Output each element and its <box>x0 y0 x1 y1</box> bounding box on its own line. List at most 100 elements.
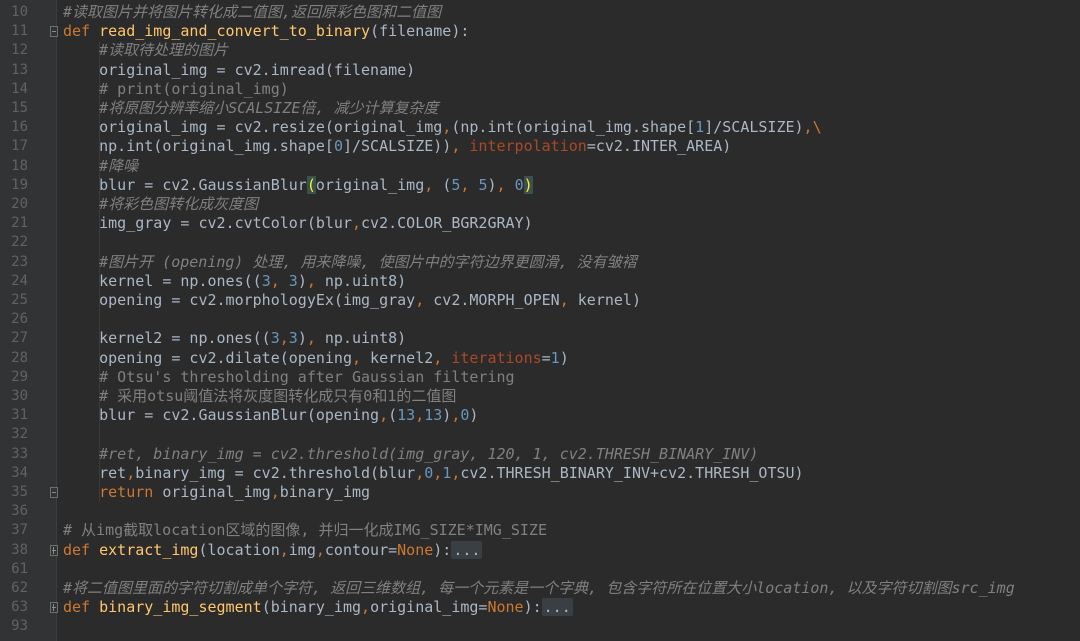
code-text[interactable]: img_gray = cv2.cvtColor(blur,cv2.COLOR_B… <box>63 214 533 233</box>
code-text[interactable]: blur = cv2.GaussianBlur(original_img, (5… <box>63 175 533 195</box>
code-text[interactable]: def extract_img(location,img,contour=Non… <box>63 540 483 560</box>
code-line[interactable]: 25 opening = cv2.morphologyEx(img_gray, … <box>0 291 1080 310</box>
code-line[interactable]: 31 blur = cv2.GaussianBlur(opening,(13,1… <box>0 406 1080 425</box>
code-text[interactable]: #将彩色图转化成灰度图 <box>63 195 258 214</box>
code-line[interactable]: 18 #降噪 <box>0 157 1080 176</box>
code-line[interactable]: 63 def binary_img_segment(binary_img,orig… <box>0 598 1080 617</box>
code-token: , <box>415 463 425 482</box>
code-text[interactable]: kernel2 = np.ones((3,3), np.uint8) <box>63 329 406 348</box>
code-line[interactable]: 13 original_img = cv2.imread(filename) <box>0 61 1080 80</box>
code-line[interactable]: 35 return original_img,binary_img <box>0 483 1080 502</box>
fold-collapse-icon[interactable] <box>50 26 58 38</box>
code-token: , <box>351 214 362 233</box>
code-text[interactable]: opening = cv2.dilate(opening, kernel2, i… <box>63 349 569 368</box>
code-text[interactable]: np.int(original_img.shape[0]/SCALSIZE)),… <box>63 137 731 156</box>
code-text[interactable]: ret,binary_img = cv2.threshold(blur,0,1,… <box>63 463 803 483</box>
code-text[interactable]: # Otsu's thresholding after Gaussian fil… <box>63 368 514 387</box>
fold-expand-icon[interactable] <box>50 602 58 614</box>
code-token: original_img <box>315 175 425 194</box>
code-token: kernel = np.ones(( <box>63 271 262 290</box>
code-line[interactable]: 36 <box>0 502 1080 521</box>
fold-expand-icon[interactable] <box>50 544 58 556</box>
code-line[interactable]: 33 #ret, binary_img = cv2.threshold(img_… <box>0 445 1080 464</box>
code-token: #读取待处理的图片 <box>99 41 229 60</box>
code-line[interactable]: 27 kernel2 = np.ones((3,3), np.uint8) <box>0 329 1080 348</box>
code-line[interactable]: 19 blur = cv2.GaussianBlur(original_img,… <box>0 175 1080 195</box>
code-line[interactable]: 61 <box>0 560 1080 579</box>
code-token: 0 <box>333 137 343 156</box>
code-text[interactable]: kernel = np.ones((3, 3), np.uint8) <box>63 272 406 291</box>
line-number: 28 <box>11 349 28 366</box>
code-line[interactable]: 22 <box>0 233 1080 252</box>
code-text[interactable]: #读取待处理的图片 <box>63 41 228 60</box>
code-line[interactable]: 11 def read_img_and_convert_to_binary(fil… <box>0 22 1080 41</box>
line-number: 25 <box>11 292 28 308</box>
code-token: original_img = cv2.resize(original_img <box>63 118 443 137</box>
code-token: contour= <box>324 540 398 559</box>
code-text[interactable]: original_img = cv2.imread(filename) <box>63 61 415 80</box>
code-line[interactable]: 21 img_gray = cv2.cvtColor(blur,cv2.COLO… <box>0 214 1080 233</box>
code-token: ) <box>297 329 307 348</box>
line-number: 19 <box>11 176 28 193</box>
code-line[interactable]: 23 #图片开 (opening) 处理, 用来降噪, 使图片中的字符边界更圆滑… <box>0 253 1080 272</box>
code-line[interactable]: 34 ret,binary_img = cv2.threshold(blur,0… <box>0 464 1080 483</box>
code-token: ) <box>442 406 452 425</box>
code-text[interactable]: blur = cv2.GaussianBlur(opening,(13,13),… <box>63 406 478 425</box>
code-text[interactable]: # print(original_img) <box>63 80 289 99</box>
code-text[interactable]: #读取图片并将图片转化成二值图,返回原彩色图和二值图 <box>63 3 441 22</box>
code-text[interactable]: opening = cv2.morphologyEx(img_gray, cv2… <box>63 291 641 310</box>
code-token: return <box>99 483 163 501</box>
code-token: , <box>496 175 515 194</box>
code-token: (filename): <box>370 22 470 41</box>
code-token: (np.int(original_img.shape[ <box>451 118 696 137</box>
code-line[interactable]: 93 <box>0 617 1080 636</box>
code-token: 13 <box>397 406 416 425</box>
code-text[interactable]: def binary_img_segment(binary_img,origin… <box>63 598 573 617</box>
code-line[interactable]: 32 <box>0 425 1080 444</box>
code-text[interactable]: #降噪 <box>63 157 138 176</box>
code-editor[interactable]: 10 #读取图片并将图片转化成二值图,返回原彩色图和二值图 11 def read_i… <box>0 0 1080 641</box>
line-number: 18 <box>11 157 28 174</box>
code-token: ... <box>451 540 483 559</box>
code-line[interactable]: 30 # 采用otsu阈值法将灰度图转化成只有0和1的二值图 <box>0 387 1080 406</box>
code-text[interactable]: # 采用otsu阈值法将灰度图转化成只有0和1的二值图 <box>63 387 456 406</box>
code-text[interactable]: #将二值图里面的字符切割成单个字符, 返回三维数组, 每一个元素是一个字典, 包… <box>63 579 1015 598</box>
code-line[interactable]: 20 #将彩色图转化成灰度图 <box>0 195 1080 214</box>
code-line[interactable]: 10 #读取图片并将图片转化成二值图,返回原彩色图和二值图 <box>0 3 1080 22</box>
code-line[interactable]: 15 #将原图分辨率缩小SCALSIZE倍, 减少计算复杂度 <box>0 99 1080 118</box>
code-line[interactable]: 12 #读取待处理的图片 <box>0 41 1080 60</box>
code-text[interactable]: #图片开 (opening) 处理, 用来降噪, 使图片中的字符边界更圆滑, 没… <box>63 253 637 272</box>
code-token: , <box>415 406 425 425</box>
code-token: , <box>451 137 470 156</box>
code-text[interactable]: def read_img_and_convert_to_binary(filen… <box>63 22 469 41</box>
code-line[interactable]: 29 # Otsu's thresholding after Gaussian … <box>0 368 1080 387</box>
code-token: #将二值图里面的字符切割成单个字符, 返回三维数组, 每一个元素是一个字典, 包… <box>63 579 1015 597</box>
code-line[interactable]: 24 kernel = np.ones((3, 3), np.uint8) <box>0 272 1080 291</box>
code-line[interactable]: 14 # print(original_img) <box>0 80 1080 99</box>
code-token: ) <box>523 175 533 194</box>
code-token: , <box>803 118 813 137</box>
fold-collapse-icon[interactable] <box>50 487 58 498</box>
code-line[interactable]: 26 <box>0 310 1080 329</box>
code-line[interactable]: 28 opening = cv2.dilate(opening, kernel2… <box>0 349 1080 368</box>
code-line[interactable]: 38 def extract_img(location,img,contour=N… <box>0 540 1080 560</box>
code-line[interactable]: 62 #将二值图里面的字符切割成单个字符, 返回三维数组, 每一个元素是一个字典,… <box>0 579 1080 598</box>
code-text[interactable]: # 从img截取location区域的图像, 并归一化成IMG_SIZE*IMG… <box>63 521 547 540</box>
code-text[interactable]: original_img = cv2.resize(original_img,(… <box>63 118 822 137</box>
code-token: original_img= <box>370 598 488 617</box>
code-line[interactable]: 37 # 从img截取location区域的图像, 并归一化成IMG_SIZE*I… <box>0 521 1080 540</box>
code-line[interactable]: 16 original_img = cv2.resize(original_im… <box>0 118 1080 137</box>
code-token: cv2.COLOR_BGR2GRAY) <box>361 214 533 233</box>
code-token: , <box>442 118 452 137</box>
code-line[interactable]: 17 np.int(original_img.shape[0]/SCALSIZE… <box>0 137 1080 156</box>
line-number: 17 <box>11 138 28 155</box>
code-text[interactable]: #ret, binary_img = cv2.threshold(img_gra… <box>63 445 758 464</box>
code-text[interactable]: #将原图分辨率缩小SCALSIZE倍, 减少计算复杂度 <box>63 99 438 118</box>
code-token: None <box>487 598 524 617</box>
code-text[interactable]: return original_img,binary_img <box>63 483 370 502</box>
